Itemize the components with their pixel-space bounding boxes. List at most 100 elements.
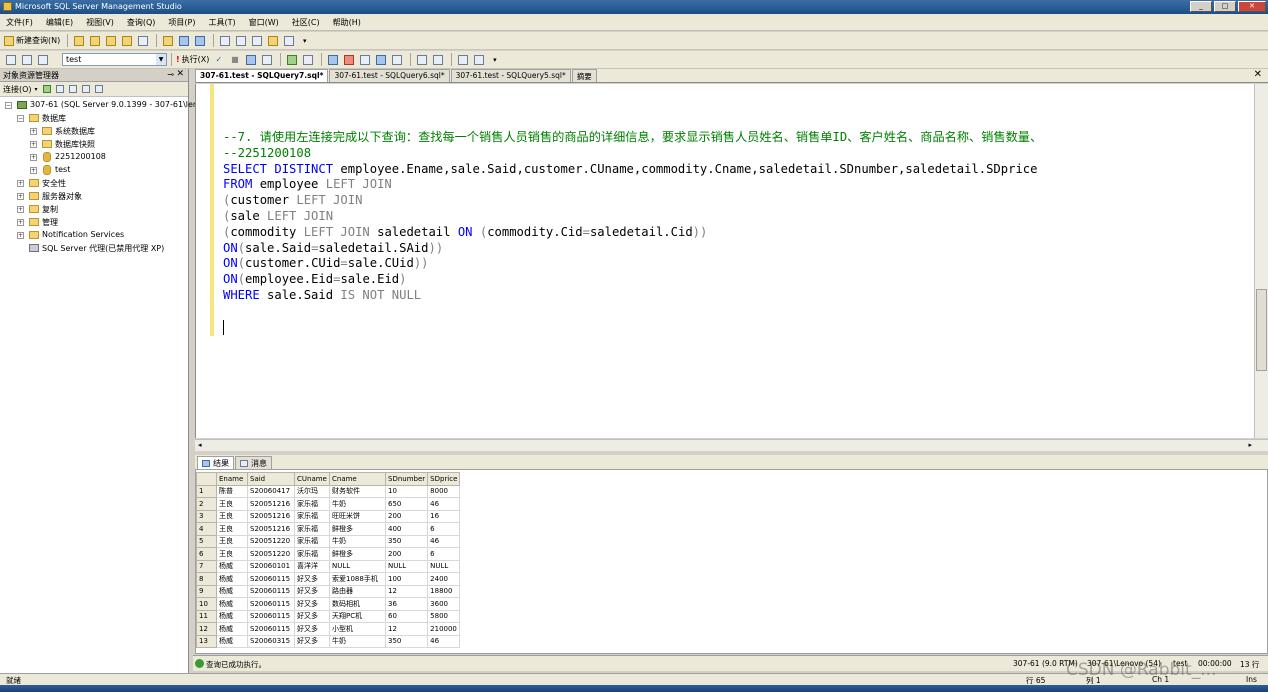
results-to-file-button[interactable] bbox=[390, 53, 403, 67]
grid-cell[interactable]: 杨威 bbox=[216, 634, 248, 648]
toolbar-options-button[interactable]: ▾ bbox=[298, 34, 311, 48]
grid-cell[interactable]: S20060315 bbox=[247, 634, 295, 648]
grid-cell[interactable]: 350 bbox=[384, 634, 429, 648]
grid-cell[interactable]: 650 bbox=[384, 497, 429, 511]
grid-cell[interactable]: 杨威 bbox=[216, 597, 248, 611]
dmx-query-button[interactable] bbox=[120, 34, 133, 48]
tree-node-server[interactable]: − 307-61 (SQL Server 9.0.1399 - 307-61\l… bbox=[0, 99, 198, 112]
table-row[interactable]: 12 杨威 S20060115 好又多 小型机 12 210000 bbox=[196, 622, 461, 636]
row-number[interactable]: 3 bbox=[196, 509, 217, 523]
specify-values-button[interactable] bbox=[301, 53, 314, 67]
grid-cell[interactable]: 数码相机 bbox=[329, 597, 386, 611]
intellisense-button[interactable] bbox=[285, 53, 298, 67]
tree-node-snapshots[interactable]: + 数据库快照 bbox=[0, 138, 188, 151]
expand-icon[interactable]: + bbox=[17, 193, 24, 200]
grid-cell[interactable]: 5800 bbox=[427, 609, 461, 623]
query-designer-button[interactable] bbox=[260, 53, 273, 67]
scroll-right-icon[interactable]: ▸ bbox=[1248, 441, 1252, 449]
grid-cell[interactable]: 210000 bbox=[427, 622, 461, 636]
row-number[interactable]: 13 bbox=[196, 634, 217, 648]
grid-cell[interactable]: S20060115 bbox=[247, 609, 295, 623]
tree-node-db-test[interactable]: + test bbox=[0, 164, 188, 177]
expand-icon[interactable]: + bbox=[30, 141, 37, 148]
scroll-left-icon[interactable]: ◂ bbox=[198, 441, 202, 449]
tree-node-notification-services[interactable]: + Notification Services bbox=[0, 229, 188, 242]
column-header-sdnumber[interactable]: SDnumber bbox=[384, 472, 429, 486]
grid-cell[interactable]: S20060115 bbox=[247, 597, 295, 611]
grid-cell[interactable]: 好又多 bbox=[294, 622, 330, 636]
template-explorer-button[interactable] bbox=[250, 34, 263, 48]
collapse-icon[interactable]: − bbox=[17, 115, 24, 122]
registered-servers-button[interactable] bbox=[218, 34, 231, 48]
grid-cell[interactable]: 路由器 bbox=[329, 584, 386, 598]
editor-vertical-scrollbar[interactable] bbox=[1254, 84, 1268, 438]
scrollbar-thumb[interactable] bbox=[1256, 289, 1267, 371]
query-editor[interactable]: --7. 请使用左连接完成以下查询：查找每一个销售人员销售的商品的详细信息，要求… bbox=[195, 84, 1254, 438]
connect-button[interactable] bbox=[4, 53, 17, 67]
include-plan-button[interactable] bbox=[326, 53, 339, 67]
grid-cell[interactable]: 牛奶 bbox=[329, 634, 386, 648]
grid-cell[interactable]: S20060115 bbox=[247, 584, 295, 598]
expand-icon[interactable]: + bbox=[30, 154, 37, 161]
stop-icon[interactable] bbox=[68, 85, 77, 93]
results-to-grid-button[interactable] bbox=[374, 53, 387, 67]
expand-icon[interactable]: + bbox=[17, 232, 24, 239]
menu-edit[interactable]: 编辑(E) bbox=[46, 17, 73, 28]
collapse-icon[interactable]: − bbox=[5, 102, 12, 109]
analysis-query-button[interactable] bbox=[88, 34, 101, 48]
grid-cell[interactable]: 好又多 bbox=[294, 597, 330, 611]
grid-cell[interactable]: 3600 bbox=[427, 597, 461, 611]
grid-cell[interactable]: 小型机 bbox=[329, 622, 386, 636]
grid-cell[interactable]: 王良 bbox=[216, 509, 248, 523]
grid-cell[interactable]: 46 bbox=[427, 534, 461, 548]
grid-cell[interactable]: S20051220 bbox=[247, 547, 295, 561]
menu-help[interactable]: 帮助(H) bbox=[333, 17, 361, 28]
menu-query[interactable]: 查询(Q) bbox=[127, 17, 156, 28]
minimize-button[interactable]: _ bbox=[1190, 1, 1212, 12]
table-row[interactable]: 4 王良 S20051216 家乐福 鲜橙多 400 6 bbox=[196, 522, 461, 536]
grid-cell[interactable]: S20060417 bbox=[247, 484, 295, 498]
open-file-button[interactable] bbox=[161, 34, 174, 48]
grid-cell[interactable]: 12 bbox=[384, 584, 429, 598]
increase-indent-button[interactable] bbox=[472, 53, 485, 67]
close-icon[interactable]: ✕ bbox=[176, 69, 184, 79]
grid-cell[interactable]: 好又多 bbox=[294, 572, 330, 586]
table-row[interactable]: 2 王良 S20051216 家乐福 牛奶 650 46 bbox=[196, 497, 461, 511]
db-engine-query-button[interactable] bbox=[72, 34, 85, 48]
estimated-plan-button[interactable] bbox=[244, 53, 257, 67]
connect-server-icon[interactable] bbox=[42, 85, 51, 93]
new-query-button[interactable]: 新建查询(N) bbox=[4, 34, 60, 48]
solution-explorer-button[interactable] bbox=[266, 34, 279, 48]
column-header-said[interactable]: Said bbox=[247, 472, 295, 486]
grid-cell[interactable]: 200 bbox=[384, 509, 429, 523]
grid-cell[interactable]: 6 bbox=[427, 547, 461, 561]
grid-cell[interactable]: 王良 bbox=[216, 522, 248, 536]
menu-tools[interactable]: 工具(T) bbox=[208, 17, 235, 28]
table-row[interactable]: 1 陈普 S20060417 沃尔玛 财务软件 10 8000 bbox=[196, 484, 461, 498]
grid-cell[interactable]: 鲜橙多 bbox=[329, 522, 386, 536]
tree-node-replication[interactable]: + 复制 bbox=[0, 203, 188, 216]
expand-icon[interactable]: + bbox=[30, 167, 37, 174]
row-number[interactable]: 4 bbox=[196, 522, 217, 536]
tab-sqlquery5[interactable]: 307-61.test - SQLQuery5.sql* bbox=[450, 69, 571, 82]
grid-cell[interactable]: 杨威 bbox=[216, 609, 248, 623]
grid-cell[interactable]: 杨威 bbox=[216, 572, 248, 586]
table-row[interactable]: 13 杨威 S20060315 好又多 牛奶 350 46 bbox=[196, 634, 461, 648]
grid-cell[interactable]: NULL bbox=[384, 559, 429, 573]
chevron-down-icon[interactable]: ▾ bbox=[35, 86, 38, 93]
row-number[interactable]: 11 bbox=[196, 609, 217, 623]
client-stats-button[interactable] bbox=[342, 53, 355, 67]
row-number[interactable]: 10 bbox=[196, 597, 217, 611]
save-button[interactable] bbox=[177, 34, 190, 48]
grid-cell[interactable]: 好又多 bbox=[294, 584, 330, 598]
expand-icon[interactable]: + bbox=[17, 206, 24, 213]
menu-view[interactable]: 视图(V) bbox=[86, 17, 114, 28]
row-number[interactable]: 2 bbox=[196, 497, 217, 511]
grid-corner[interactable] bbox=[196, 472, 217, 486]
table-row[interactable]: 3 王良 S20051216 家乐福 旺旺米饼 200 16 bbox=[196, 509, 461, 523]
table-row[interactable]: 5 王良 S20051220 家乐福 牛奶 350 46 bbox=[196, 534, 461, 548]
menu-community[interactable]: 社区(C) bbox=[292, 17, 320, 28]
tree-node-security[interactable]: + 安全性 bbox=[0, 177, 188, 190]
grid-cell[interactable]: 杨威 bbox=[216, 584, 248, 598]
tree-node-server-objects[interactable]: + 服务器对象 bbox=[0, 190, 188, 203]
